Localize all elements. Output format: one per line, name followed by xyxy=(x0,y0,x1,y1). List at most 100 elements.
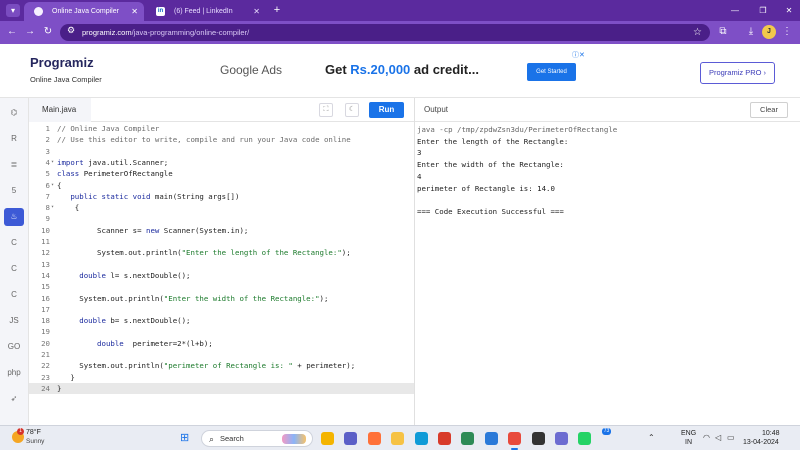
line-number: 2 xyxy=(45,135,50,145)
java-icon[interactable]: ♨ xyxy=(4,208,24,226)
taskbar-search[interactable]: ⌕ Search xyxy=(201,430,313,447)
teams-icon[interactable] xyxy=(344,432,358,445)
output-toolbar: Output Clear xyxy=(415,98,800,122)
php-icon[interactable]: php xyxy=(4,364,24,382)
tab-search-button[interactable]: ▾ xyxy=(6,4,20,17)
extensions-icon[interactable]: ⧉ xyxy=(716,25,730,39)
code-line[interactable]: } xyxy=(57,384,61,393)
code-line[interactable]: { xyxy=(57,203,79,212)
volume-icon[interactable]: ◁ xyxy=(715,433,721,442)
forward-arrow-icon[interactable]: → xyxy=(23,25,37,39)
site-info-icon[interactable]: ⚙ xyxy=(67,25,75,36)
restore-icon[interactable]: ❐ xyxy=(750,0,776,21)
minimize-icon[interactable]: — xyxy=(722,0,748,21)
store-icon[interactable] xyxy=(461,432,475,445)
language-indicator-bottom[interactable]: IN xyxy=(685,439,692,446)
whatsapp-icon[interactable] xyxy=(578,432,592,445)
battery-icon[interactable]: ▭ xyxy=(727,433,735,442)
fold-arrow-icon[interactable]: ▾ xyxy=(51,204,54,210)
edge-icon[interactable] xyxy=(414,432,428,445)
browser-menu-icon[interactable]: ⋮ xyxy=(780,25,794,39)
fold-arrow-icon[interactable]: ▾ xyxy=(51,159,54,165)
output-line: 3 xyxy=(417,148,422,158)
ad-get-started-button[interactable]: Get Started xyxy=(527,63,576,81)
terminal-icon[interactable] xyxy=(531,432,545,445)
wps-icon[interactable] xyxy=(438,432,451,445)
page-title: Online Java Compiler xyxy=(30,75,102,84)
weather-temperature[interactable]: 78°F xyxy=(26,429,41,436)
tab-linkedin-feed[interactable]: in (6) Feed | LinkedIn ✕ xyxy=(146,2,266,21)
code-line[interactable]: Scanner s= new Scanner(System.in); xyxy=(57,226,248,235)
bookmark-star-icon[interactable]: ☆ xyxy=(693,24,702,41)
line-number: 23 xyxy=(41,372,50,382)
close-tab-icon[interactable]: ✕ xyxy=(131,2,138,21)
line-number: 6 xyxy=(45,180,50,190)
swift-icon[interactable]: ➶ xyxy=(4,390,24,408)
chrome-icon[interactable] xyxy=(508,432,522,450)
back-arrow-icon[interactable]: ← xyxy=(5,25,19,39)
code-line[interactable]: // Online Java Compiler xyxy=(57,124,159,133)
output-line: Enter the width of the Rectangle: xyxy=(417,160,564,170)
fullscreen-icon[interactable]: ⛶ xyxy=(319,103,333,117)
firefox-icon[interactable] xyxy=(367,432,381,445)
sql-icon[interactable]: ≣ xyxy=(4,156,24,174)
show-hidden-icons-icon[interactable]: ⌃ xyxy=(648,433,655,442)
programiz-logo[interactable]: Programiz xyxy=(30,55,94,70)
code-line[interactable]: System.out.println("perimeter of Rectang… xyxy=(57,361,355,370)
tab-online-java-compiler[interactable]: Online Java Compiler ✕ xyxy=(24,2,144,21)
line-number: 5 xyxy=(45,169,50,179)
language-indicator-top[interactable]: ENG xyxy=(681,430,696,437)
google-ads-logo[interactable]: Google Ads xyxy=(220,63,282,77)
html-icon[interactable]: 5 xyxy=(4,182,24,200)
download-icon[interactable]: ⤓ xyxy=(744,25,758,39)
dark-mode-icon[interactable]: ☾ xyxy=(345,103,359,117)
profile-avatar[interactable]: J xyxy=(762,25,776,39)
r-icon[interactable]: R xyxy=(4,130,24,148)
javascript-icon[interactable]: JS xyxy=(4,312,24,330)
browser-toolbar: ← → ↻ ⚙ programiz.com/java-programming/o… xyxy=(0,21,800,44)
file-explorer-icon[interactable] xyxy=(321,432,334,445)
address-bar[interactable]: ⚙ programiz.com/java-programming/online-… xyxy=(60,24,710,41)
code-line[interactable]: } xyxy=(57,373,74,382)
new-tab-button[interactable]: + xyxy=(270,2,284,19)
fold-arrow-icon[interactable]: ▾ xyxy=(51,182,54,188)
weather-condition[interactable]: Sunny xyxy=(26,438,44,445)
vscode-icon[interactable] xyxy=(484,432,498,445)
code-line[interactable]: System.out.println("Enter the width of t… xyxy=(57,294,328,303)
code-editor[interactable]: 1 // Online Java Compiler 2 // Use this edi… xyxy=(29,122,414,425)
windows-taskbar: 1 78°F Sunny ⊞ ⌕ Search 73 ⌃ ENG IN ◠ ◁ … xyxy=(0,425,800,450)
line-number: 18 xyxy=(41,316,50,326)
c-icon[interactable]: C xyxy=(4,234,24,252)
cpp-icon[interactable]: C xyxy=(4,260,24,278)
code-line[interactable]: // Use this editor to write, compile and… xyxy=(57,135,351,144)
ad-choices-icon[interactable]: ⓘ✕ xyxy=(572,50,585,60)
code-line[interactable]: class PerimeterOfRectangle xyxy=(57,169,173,178)
wifi-icon[interactable]: ◠ xyxy=(703,433,710,442)
run-button[interactable]: Run xyxy=(369,102,404,118)
code-line[interactable]: { xyxy=(57,181,61,190)
clock-time[interactable]: 10:48 xyxy=(762,430,780,437)
language-sidebar: ⌬ R ≣ 5 ♨ C C C JS GO php ➶ xyxy=(0,98,29,425)
clock-date[interactable]: 13-04-2024 xyxy=(743,439,779,446)
code-line[interactable]: double perimeter=2*(l+b); xyxy=(57,339,213,348)
programiz-pro-button[interactable]: Programiz PRO › xyxy=(700,62,775,84)
code-line[interactable]: double b= s.nextDouble(); xyxy=(57,316,190,325)
clear-button[interactable]: Clear xyxy=(750,102,788,118)
ad-headline[interactable]: Get Rs.20,000 ad credit... xyxy=(325,62,479,77)
output-console[interactable]: java -cp /tmp/zpdwZsn3du/PerimeterOfRect… xyxy=(415,122,800,425)
code-line[interactable]: public static void main(String args[]) xyxy=(57,192,239,201)
whatsapp-badge: 73 xyxy=(602,428,611,435)
code-line[interactable]: System.out.println("Enter the length of … xyxy=(57,248,351,257)
file-tab-main-java[interactable]: Main.java xyxy=(29,98,91,122)
go-icon[interactable]: GO xyxy=(4,338,24,356)
windows-start-icon[interactable]: ⊞ xyxy=(180,432,193,445)
reload-icon[interactable]: ↻ xyxy=(41,25,55,39)
python-icon[interactable]: ⌬ xyxy=(4,104,24,122)
code-line[interactable]: import java.util.Scanner; xyxy=(57,158,168,167)
folder-icon[interactable] xyxy=(391,432,405,445)
csharp-icon[interactable]: C xyxy=(4,286,24,304)
app-icon[interactable] xyxy=(555,432,568,445)
code-line[interactable]: double l= s.nextDouble(); xyxy=(57,271,190,280)
close-tab-icon[interactable]: ✕ xyxy=(253,2,260,21)
close-window-icon[interactable]: ✕ xyxy=(776,0,800,21)
